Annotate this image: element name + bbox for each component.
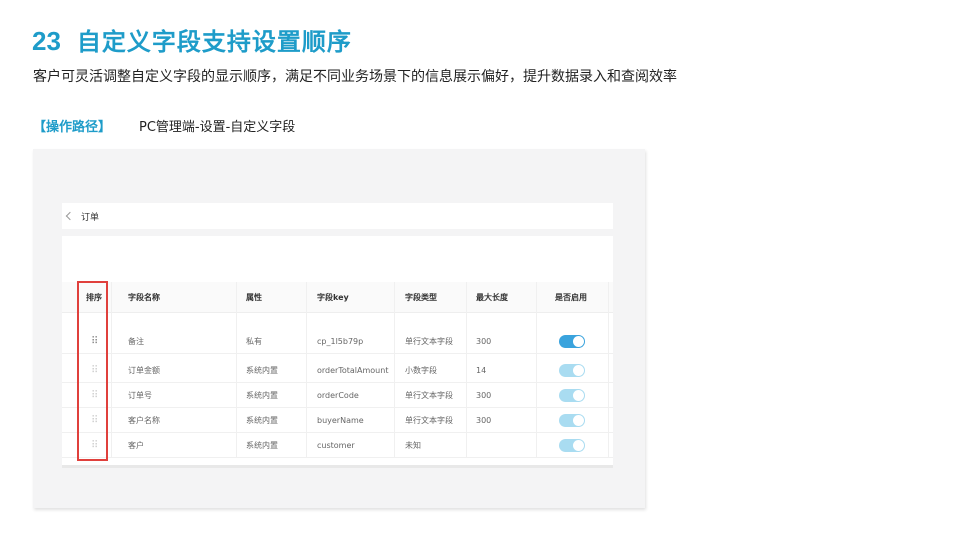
page-header-bar: 订单 [62, 203, 613, 229]
toggle-knob [573, 389, 584, 401]
field-key: cp_1l5b79p [317, 336, 364, 346]
toggle-knob [573, 414, 584, 426]
field-attribute: 系统内置 [246, 440, 278, 450]
field-max-length: 14 [476, 365, 487, 375]
column-header-field-key: 字段key [317, 292, 349, 302]
field-key: buyerName [317, 415, 364, 425]
toggle-cell [559, 433, 585, 457]
toggle-cell [559, 358, 585, 382]
enabled-toggle [559, 413, 585, 427]
column-header-enabled: 是否启用 [555, 292, 587, 302]
field-attribute: 私有 [246, 336, 262, 346]
field-name: 订单号 [128, 390, 152, 400]
field-table: 排序 字段名称 属性 字段key 字段类型 最大长度 是否启用 ⠿ 备注 私有 … [62, 236, 613, 468]
column-header-field-name: 字段名称 [128, 292, 160, 302]
toggle-knob [573, 335, 584, 347]
field-key: orderTotalAmount [317, 365, 389, 375]
enabled-toggle[interactable] [559, 334, 585, 348]
field-max-length: 300 [476, 336, 492, 346]
field-type: 单行文本字段 [405, 336, 453, 346]
toggle-cell [559, 408, 585, 432]
enabled-toggle [559, 388, 585, 402]
toggle-cell [559, 383, 585, 407]
column-header-attribute: 属性 [246, 292, 262, 302]
slide-subtitle: 客户可灵活调整自定义字段的显示顺序，满足不同业务场景下的信息展示偏好，提升数据录… [33, 69, 677, 85]
column-header-field-type: 字段类型 [405, 292, 437, 302]
field-attribute: 系统内置 [246, 390, 278, 400]
sort-column-highlight [77, 281, 108, 461]
slide-title-row: 23 自定义字段支持设置顺序 [32, 22, 352, 57]
field-attribute: 系统内置 [246, 365, 278, 375]
chevron-left-icon[interactable] [65, 211, 75, 221]
field-type: 单行文本字段 [405, 390, 453, 400]
operation-path-label: 【操作路径】 [33, 120, 112, 135]
operation-path-value: PC管理端-设置-自定义字段 [139, 120, 296, 135]
field-type: 未知 [405, 440, 421, 450]
field-name: 客户名称 [128, 415, 160, 425]
field-name: 备注 [128, 336, 144, 346]
field-name: 订单金额 [128, 365, 160, 375]
field-key: customer [317, 440, 355, 450]
page-title: 订单 [81, 212, 100, 223]
field-max-length: 300 [476, 415, 492, 425]
column-header-max-length: 最大长度 [476, 292, 508, 302]
toggle-knob [573, 364, 584, 376]
field-key: orderCode [317, 390, 359, 400]
toggle-knob [573, 439, 584, 451]
enabled-toggle [559, 438, 585, 452]
field-max-length: 300 [476, 390, 492, 400]
field-name: 客户 [128, 440, 144, 450]
operation-path: 【操作路径】 PC管理端-设置-自定义字段 [33, 116, 295, 135]
enabled-toggle [559, 363, 585, 377]
field-type: 小数字段 [405, 365, 437, 375]
slide-title: 自定义字段支持设置顺序 [76, 28, 352, 56]
field-type: 单行文本字段 [405, 415, 453, 425]
toggle-cell [559, 329, 585, 353]
field-attribute: 系统内置 [246, 415, 278, 425]
app-screenshot: 订单 排序 字段名称 属性 字段key 字段类型 最大长度 是否启用 ⠿ 备注 … [33, 149, 645, 508]
slide-number: 23 [32, 26, 61, 56]
table-scrollbar[interactable] [62, 465, 613, 468]
